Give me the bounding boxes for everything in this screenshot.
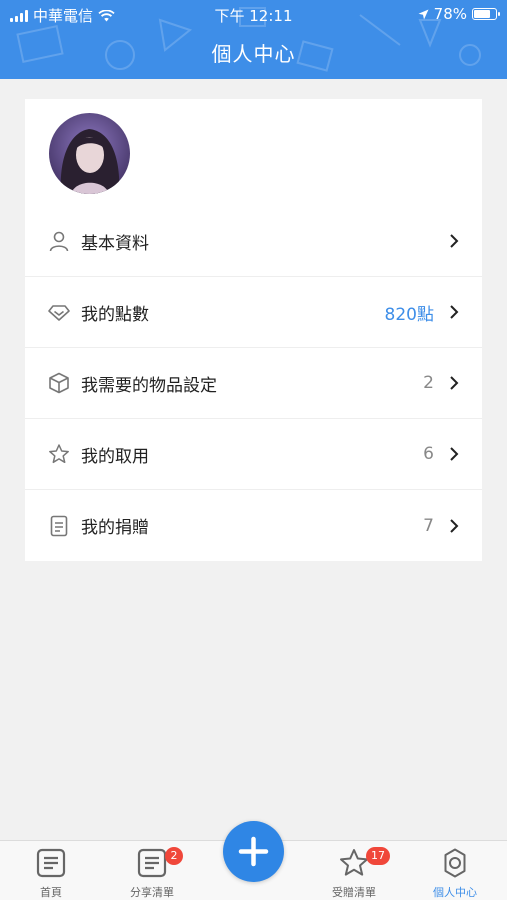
- chevron-right-icon: [450, 447, 459, 461]
- menu-row-basic-info[interactable]: 基本資料: [25, 206, 482, 277]
- document-icon: [50, 515, 68, 536]
- add-button[interactable]: [223, 821, 284, 882]
- menu-row-label: 我的取用: [81, 446, 149, 467]
- tab-label: 個人中心: [433, 886, 477, 899]
- needed-items-count: 2: [423, 373, 434, 393]
- list-doc-icon: [36, 848, 66, 878]
- menu-row-donations[interactable]: 我的捐贈 7: [25, 490, 482, 561]
- tab-received-list[interactable]: 17 受贈清單: [319, 841, 390, 900]
- battery-fill: [474, 10, 490, 18]
- menu-row-label: 我的捐贈: [81, 518, 149, 538]
- battery-percent: 78%: [433, 5, 467, 23]
- menu-row-label: 我需要的物品設定: [81, 375, 217, 396]
- header-bar: 中華電信 下午 12:11 78% 個人中心: [0, 0, 507, 79]
- box-icon: [49, 372, 69, 394]
- user-icon: [49, 231, 69, 252]
- plus-icon: [238, 836, 269, 867]
- menu-row-label: 基本資料: [81, 233, 149, 254]
- diamond-icon: [48, 305, 70, 321]
- share-badge: 2: [165, 847, 183, 865]
- list-doc-icon: [137, 848, 167, 878]
- star-icon: [49, 444, 69, 464]
- avatar-image: [49, 113, 130, 194]
- menu-row-points[interactable]: 我的點數 820點: [25, 277, 482, 348]
- status-bar: 中華電信 下午 12:11 78%: [0, 0, 507, 28]
- page-title: 個人中心: [211, 42, 296, 66]
- chevron-right-icon: [450, 518, 459, 533]
- chevron-right-icon: [450, 234, 459, 248]
- tab-label: 首頁: [40, 886, 62, 899]
- donations-count: 7: [423, 515, 434, 536]
- battery-icon: [472, 8, 500, 20]
- points-value: 820點: [384, 304, 434, 325]
- taken-count: 6: [423, 444, 434, 464]
- tab-label: 受贈清單: [332, 886, 376, 899]
- tab-label: 分享清單: [130, 886, 174, 899]
- menu-row-needed-items[interactable]: 我需要的物品設定 2: [25, 348, 482, 419]
- chevron-right-icon: [450, 305, 459, 319]
- gear-icon: [444, 848, 466, 878]
- avatar[interactable]: [49, 113, 130, 194]
- tab-share-list[interactable]: 2 分享清單: [117, 841, 187, 900]
- chevron-right-icon: [450, 376, 459, 390]
- menu-row-taken[interactable]: 我的取用 6: [25, 419, 482, 490]
- tab-home[interactable]: 首頁: [16, 841, 86, 900]
- location-arrow-icon: [418, 9, 429, 19]
- tab-profile[interactable]: 個人中心: [420, 841, 490, 900]
- received-badge: 17: [366, 847, 390, 865]
- star-icon: [340, 849, 368, 876]
- menu-row-label: 我的點數: [81, 304, 149, 325]
- profile-card: 基本資料 我的點數 820點 我需要的物品設定 2 我的取用 6 我的捐贈 7: [25, 99, 482, 561]
